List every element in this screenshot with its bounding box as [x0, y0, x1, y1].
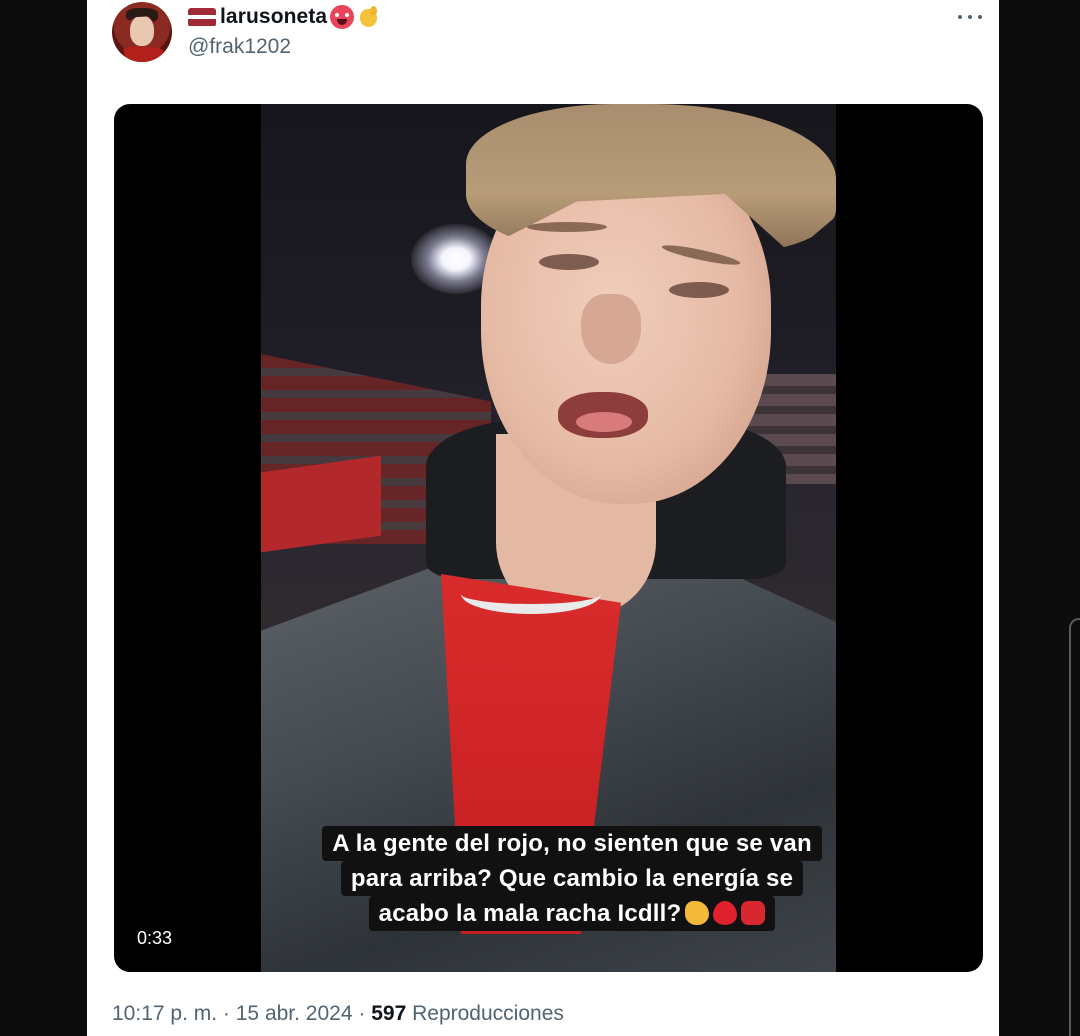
devil-emoji-icon	[741, 901, 766, 925]
mouth	[558, 392, 648, 438]
avatar[interactable]	[112, 2, 172, 62]
caption-line-2: para arriba? Que cambio la energía se	[340, 861, 804, 896]
avatar-shirt	[122, 46, 166, 62]
video-player[interactable]: A la gente del rojo, no sienten que se v…	[114, 104, 983, 972]
display-name[interactable]: larusoneta	[220, 5, 327, 29]
left-eye	[539, 254, 599, 270]
hot-face-emoji-icon	[330, 5, 355, 29]
user-handle[interactable]: @frak1202	[188, 35, 291, 59]
red-heart-emoji-icon	[713, 901, 738, 925]
video-caption: A la gente del rojo, no sienten que se v…	[300, 826, 844, 931]
tweet-date[interactable]: 15 abr. 2024	[236, 1002, 353, 1025]
views-count: 597	[371, 1002, 407, 1025]
tweet-meta: 10:17 p. m. · 15 abr. 2024 · 597 Reprodu…	[112, 1002, 564, 1026]
avatar-face	[130, 16, 154, 46]
shirt-collar	[461, 574, 601, 614]
separator: ·	[358, 1002, 366, 1025]
right-eye	[669, 282, 729, 298]
video-duration: 0:33	[131, 926, 179, 951]
separator: ·	[222, 1002, 230, 1025]
tweet-card[interactable]: larusoneta @frak1202 A la gente del rojo…	[87, 0, 999, 1036]
display-name-row[interactable]: larusoneta	[188, 3, 381, 31]
pinching-hand-emoji-icon	[357, 5, 381, 29]
caption-line-3-wrap: acabo la mala racha Icdll?	[368, 896, 776, 931]
caption-line-1: A la gente del rojo, no sienten que se v…	[322, 826, 822, 861]
latvia-flag-icon	[188, 7, 216, 27]
nose	[581, 294, 641, 364]
left-eyebrow	[527, 222, 607, 232]
caption-line-3: acabo la mala racha Icdll?	[378, 900, 682, 927]
stadium-seats	[261, 455, 381, 553]
views-label: Reproducciones	[412, 1002, 564, 1025]
tweet-time[interactable]: 10:17 p. m.	[112, 1002, 217, 1025]
more-horizontal-icon[interactable]	[955, 6, 985, 28]
flexed-biceps-emoji-icon	[685, 901, 710, 925]
scrollbar-edge[interactable]	[1069, 618, 1080, 1036]
